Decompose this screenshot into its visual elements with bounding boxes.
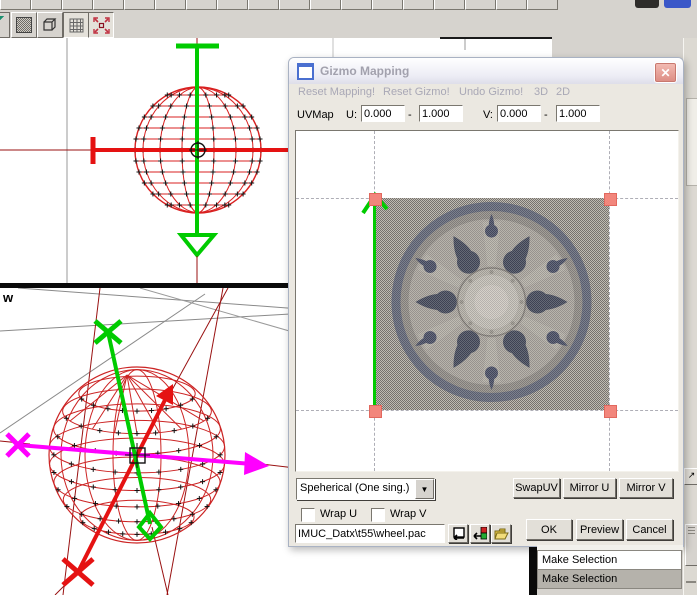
u-label: U: bbox=[346, 109, 357, 121]
uv-handle-top-right[interactable] bbox=[604, 193, 617, 206]
toolbar-button-fragment[interactable] bbox=[31, 0, 62, 10]
toolbar-button-fragment[interactable] bbox=[279, 0, 310, 10]
v-min-input[interactable] bbox=[497, 105, 541, 122]
dialog-menubar: Reset Mapping! Reset Gizmo! Undo Gizmo! … bbox=[289, 84, 683, 102]
u-sep: - bbox=[408, 109, 412, 121]
window-icon bbox=[297, 63, 314, 80]
uv-preview-area[interactable] bbox=[295, 130, 679, 472]
list-item-make-selection-2[interactable]: Make Selection bbox=[537, 569, 682, 589]
texture-path-input[interactable] bbox=[295, 524, 445, 543]
toolbar-button-fragment[interactable] bbox=[93, 0, 124, 10]
swap-uv-button[interactable]: SwapUV bbox=[513, 478, 560, 498]
application-window: w bbox=[0, 0, 697, 595]
menu-reset-mapping[interactable]: Reset Mapping! bbox=[298, 86, 375, 98]
close-icon[interactable]: ✕ bbox=[654, 62, 677, 83]
uv-handle-bottom-right[interactable] bbox=[604, 405, 617, 418]
menu-3d[interactable]: 3D bbox=[534, 86, 548, 98]
gizmo-v-axis-line[interactable] bbox=[373, 203, 376, 410]
preview-button[interactable]: Preview bbox=[576, 519, 623, 540]
toolbar-button-fragment[interactable] bbox=[341, 0, 372, 10]
toolbar-button-fragment[interactable] bbox=[0, 0, 31, 10]
gradient-fill-icon bbox=[16, 17, 32, 33]
reload-texture-button[interactable] bbox=[448, 524, 468, 543]
menu-2d[interactable]: 2D bbox=[556, 86, 570, 98]
menu-reset-gizmo[interactable]: Reset Gizmo! bbox=[383, 86, 450, 98]
selection-list: Make Selection Make Selection bbox=[537, 550, 682, 589]
v-label: V: bbox=[483, 109, 493, 121]
cube-view-button[interactable] bbox=[37, 12, 63, 38]
top-toolbar-fragment bbox=[0, 0, 600, 10]
wrap-v-label: Wrap V bbox=[390, 508, 426, 520]
uv-handle-top-left[interactable] bbox=[369, 193, 382, 206]
toolbar-button-fragment[interactable] bbox=[248, 0, 279, 10]
apply-icon bbox=[473, 527, 487, 540]
partial-tool-button[interactable] bbox=[0, 12, 10, 38]
toolbar-button-fragment[interactable] bbox=[434, 0, 465, 10]
chevron-down-icon[interactable]: ▼ bbox=[415, 479, 434, 499]
uv-guide-bottom bbox=[296, 410, 678, 411]
ok-button[interactable]: OK bbox=[526, 519, 572, 540]
uv-guide-right bbox=[609, 131, 610, 471]
right-scrollbar[interactable]: ↗ bbox=[683, 38, 697, 595]
wrap-v-checkbox[interactable] bbox=[371, 508, 385, 522]
toolbar-button-fragment[interactable] bbox=[155, 0, 186, 10]
toolbar-button-fragment[interactable] bbox=[465, 0, 496, 10]
gizmo-mapping-dialog: Gizmo Mapping ✕ Reset Mapping! Reset Giz… bbox=[288, 57, 684, 547]
revert-icon bbox=[451, 527, 465, 540]
gradient-fill-button[interactable] bbox=[11, 12, 37, 38]
thumb-grip bbox=[688, 527, 695, 528]
thumb-grip bbox=[688, 533, 695, 534]
viewport-top-border bbox=[440, 37, 552, 39]
dialog-titlebar[interactable]: Gizmo Mapping ✕ bbox=[289, 58, 683, 84]
toolbar-button-fragment[interactable] bbox=[403, 0, 434, 10]
u-max-input[interactable] bbox=[419, 105, 463, 122]
cancel-button[interactable]: Cancel bbox=[626, 519, 673, 540]
v-sep: - bbox=[544, 109, 548, 121]
toolbar-button-fragment[interactable] bbox=[217, 0, 248, 10]
partial-tool-icon bbox=[0, 16, 8, 32]
mirror-v-button[interactable]: Mirror V bbox=[619, 478, 673, 498]
toolbar-button-fragment[interactable] bbox=[310, 0, 341, 10]
toolbar-button-fragment[interactable] bbox=[496, 0, 527, 10]
wrap-u-label: Wrap U bbox=[320, 508, 357, 520]
dialog-title: Gizmo Mapping bbox=[320, 64, 409, 78]
gizmo-center-marker-3d[interactable] bbox=[125, 443, 150, 468]
open-folder-icon bbox=[494, 528, 509, 540]
toolbar-button-fragment[interactable] bbox=[186, 0, 217, 10]
viewport-label: w bbox=[3, 290, 13, 305]
mapping-type-dropdown[interactable]: Speherical (One sing.) ▼ bbox=[296, 478, 435, 500]
toolbar-button-fragment[interactable] bbox=[62, 0, 93, 10]
wheel-texture-image bbox=[374, 198, 609, 410]
scrollbar-thumb-upper[interactable] bbox=[686, 98, 697, 186]
blue-tool-icon[interactable] bbox=[664, 0, 691, 8]
toolbar-button-fragment[interactable] bbox=[124, 0, 155, 10]
toolbar-button-fragment[interactable] bbox=[372, 0, 403, 10]
thumb-grip bbox=[688, 530, 695, 531]
wrap-u-checkbox[interactable] bbox=[301, 508, 315, 522]
camera-icon[interactable] bbox=[635, 0, 659, 8]
move-gizmo-icon bbox=[93, 17, 110, 34]
gizmo-center-marker[interactable] bbox=[189, 141, 207, 159]
gizmo-mode-button[interactable] bbox=[88, 12, 114, 38]
grid-toggle-button[interactable] bbox=[63, 12, 89, 38]
corner-arrow-icon[interactable]: ↗ bbox=[684, 468, 697, 485]
toolbar-button-fragment[interactable] bbox=[527, 0, 558, 10]
cube-icon bbox=[42, 17, 58, 33]
list-item-make-selection-1[interactable]: Make Selection bbox=[537, 550, 682, 569]
uvmap-label: UVMap bbox=[297, 109, 334, 121]
v-max-input[interactable] bbox=[556, 105, 600, 122]
scrollbar-thumb-lower[interactable] bbox=[685, 524, 697, 566]
browse-texture-button[interactable] bbox=[491, 524, 511, 543]
uv-handle-bottom-left[interactable] bbox=[369, 405, 382, 418]
mapping-type-value: Speherical (One sing.) bbox=[300, 482, 409, 494]
wheel-texture-preview bbox=[374, 198, 609, 410]
grid-icon bbox=[69, 18, 84, 33]
scrollbar-mark bbox=[686, 581, 696, 583]
menu-undo-gizmo[interactable]: Undo Gizmo! bbox=[459, 86, 523, 98]
mirror-u-button[interactable]: Mirror U bbox=[563, 478, 616, 498]
apply-texture-button[interactable] bbox=[470, 524, 490, 543]
u-min-input[interactable] bbox=[361, 105, 405, 122]
